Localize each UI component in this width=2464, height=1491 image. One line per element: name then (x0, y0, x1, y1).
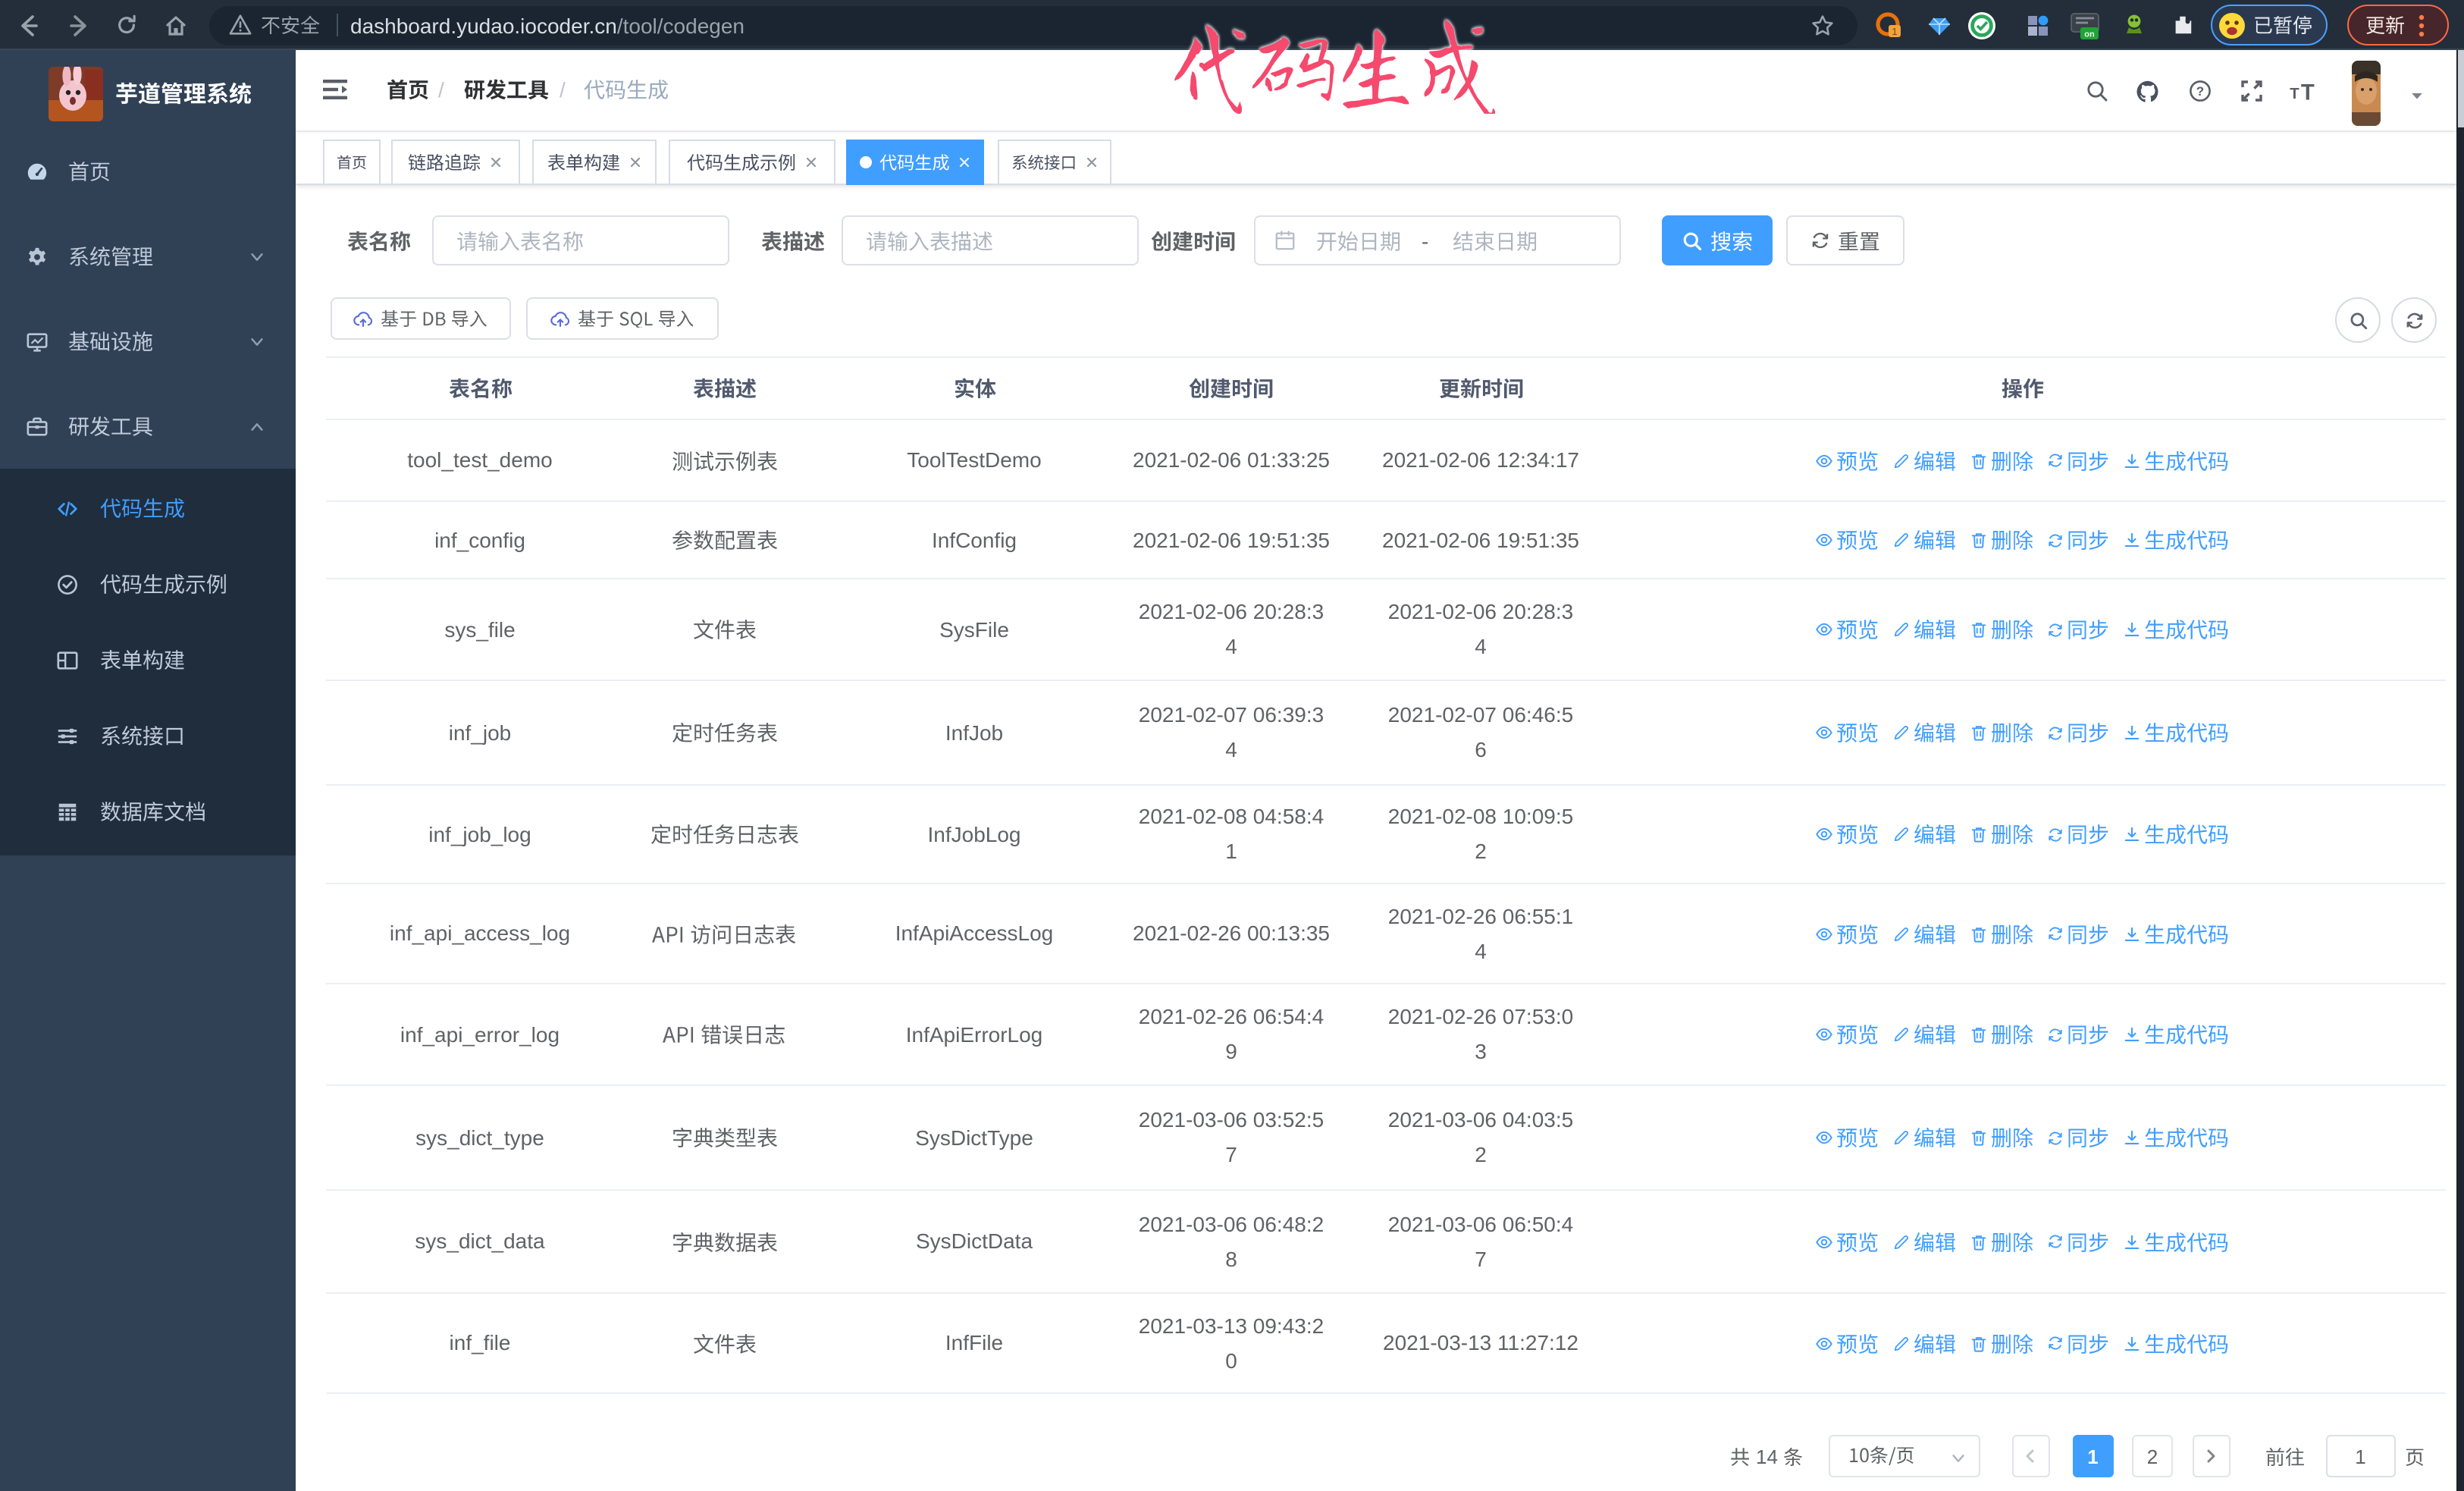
svg-text:on: on (2084, 29, 2095, 38)
svg-text:?: ? (2196, 84, 2204, 99)
svg-text:1: 1 (1892, 25, 1897, 36)
svg-text:T: T (2301, 80, 2315, 105)
svg-text:T: T (2290, 86, 2299, 102)
